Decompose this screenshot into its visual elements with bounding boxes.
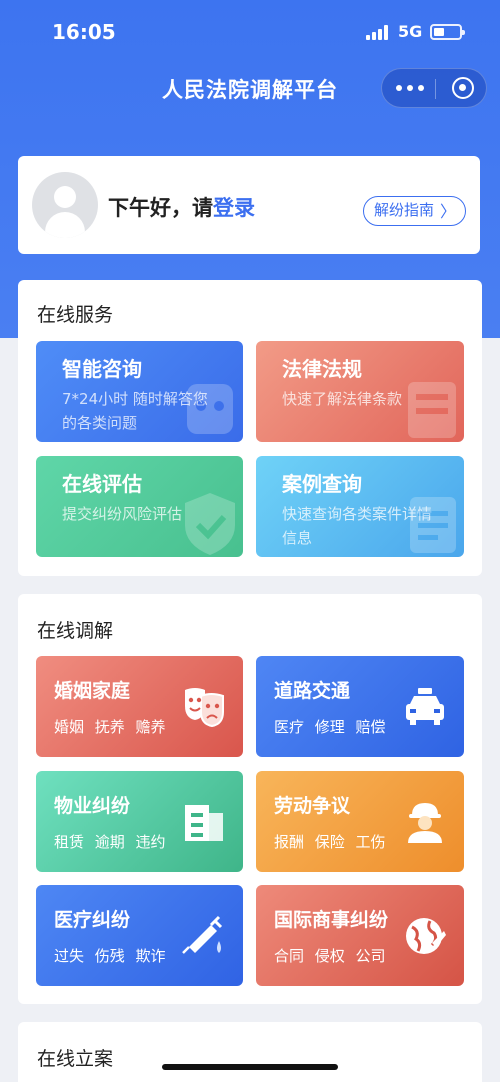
- tile-medical-dispute[interactable]: 医疗纠纷 过失 伤残 欺诈: [36, 885, 243, 986]
- tile-title: 在线评估: [62, 472, 142, 496]
- chevron-right-icon: 〉: [439, 202, 456, 221]
- status-bar: 16:05 5G: [0, 0, 500, 64]
- tile-title: 智能咨询: [62, 357, 142, 381]
- tile-title: 医疗纠纷: [54, 909, 131, 931]
- login-link[interactable]: 登录: [213, 196, 255, 220]
- syringe-icon: [182, 915, 223, 954]
- tile-tags: 医疗 修理 赔偿: [274, 718, 386, 736]
- tile-smart-consult[interactable]: 智能咨询 7*24小时 随时解答您的各类问题: [36, 341, 243, 442]
- tile-tags: 合同 侵权 公司: [274, 947, 386, 965]
- tile-title: 物业纠纷: [54, 795, 131, 817]
- signal-icon: [366, 24, 390, 40]
- globe-icon: [406, 918, 446, 954]
- tile-tags: 婚姻 抚养 赡养: [54, 718, 166, 736]
- network-label: 5G: [398, 22, 423, 41]
- tile-title: 劳动争议: [274, 795, 351, 817]
- home-indicator[interactable]: [162, 1064, 338, 1070]
- tile-tags: 租赁 逾期 违约: [54, 833, 166, 851]
- online-mediation-card: 在线调解 婚姻家庭 婚姻 抚养 赡养 道路交通 医疗 修理 赔偿 物业纠纷 租赁…: [18, 594, 482, 1004]
- section-title-online-services: 在线服务: [37, 304, 114, 326]
- tile-case-query[interactable]: 案例查询 快速查询各类案件详情信息: [256, 456, 464, 557]
- tile-desc: 快速了解法律条款: [282, 390, 403, 408]
- greeting-prefix: 下午好，请: [108, 196, 213, 220]
- mini-program-capsule[interactable]: [381, 68, 487, 108]
- tile-property-dispute[interactable]: 物业纠纷 租赁 逾期 违约: [36, 771, 243, 872]
- target-icon[interactable]: [452, 77, 474, 99]
- status-time: 16:05: [52, 20, 116, 44]
- shield-check-icon: [185, 493, 235, 555]
- tile-title: 法律法规: [282, 357, 362, 381]
- avatar[interactable]: [32, 172, 98, 238]
- battery-icon: [430, 24, 465, 40]
- tile-title: 道路交通: [274, 680, 351, 702]
- tile-road-traffic[interactable]: 道路交通 医疗 修理 赔偿: [256, 656, 464, 757]
- tile-title: 国际商事纠纷: [274, 909, 389, 931]
- online-filing-card: 在线立案: [18, 1022, 482, 1082]
- tile-international-commercial-dispute[interactable]: 国际商事纠纷 合同 侵权 公司: [256, 885, 464, 986]
- taxi-icon: [406, 688, 444, 725]
- worker-icon: [408, 803, 442, 843]
- greeting-text: 下午好，请登录: [108, 192, 255, 222]
- tile-marriage-family[interactable]: 婚姻家庭 婚姻 抚养 赡养: [36, 656, 243, 757]
- tile-labor-dispute[interactable]: 劳动争议 报酬 保险 工伤: [256, 771, 464, 872]
- greeting-card: 下午好，请登录 解纷指南 〉: [18, 156, 480, 254]
- more-dots-icon[interactable]: [396, 81, 426, 95]
- tile-laws[interactable]: 法律法规 快速了解法律条款: [256, 341, 464, 442]
- dispute-guide-button[interactable]: 解纷指南 〉: [363, 196, 466, 226]
- masks-icon: [185, 688, 224, 728]
- capsule-divider: [435, 79, 436, 99]
- document-icon: [410, 497, 456, 553]
- tile-title: 案例查询: [282, 472, 362, 496]
- tile-online-assessment[interactable]: 在线评估 提交纠纷风险评估: [36, 456, 243, 557]
- guide-button-label: 解纷指南: [374, 201, 435, 219]
- online-services-card: 在线服务 智能咨询 7*24小时 随时解答您的各类问题 法律法规 快速了解法律条…: [18, 280, 482, 576]
- tile-desc: 提交纠纷风险评估: [62, 505, 183, 523]
- section-title-online-filing: 在线立案: [37, 1048, 114, 1070]
- tile-title: 婚姻家庭: [54, 680, 131, 702]
- section-title-online-mediation: 在线调解: [37, 620, 114, 642]
- robot-icon: [187, 384, 233, 434]
- tile-tags: 过失 伤残 欺诈: [54, 947, 166, 965]
- building-icon: [185, 805, 223, 841]
- law-book-icon: [408, 382, 456, 438]
- tile-tags: 报酬 保险 工伤: [274, 833, 386, 851]
